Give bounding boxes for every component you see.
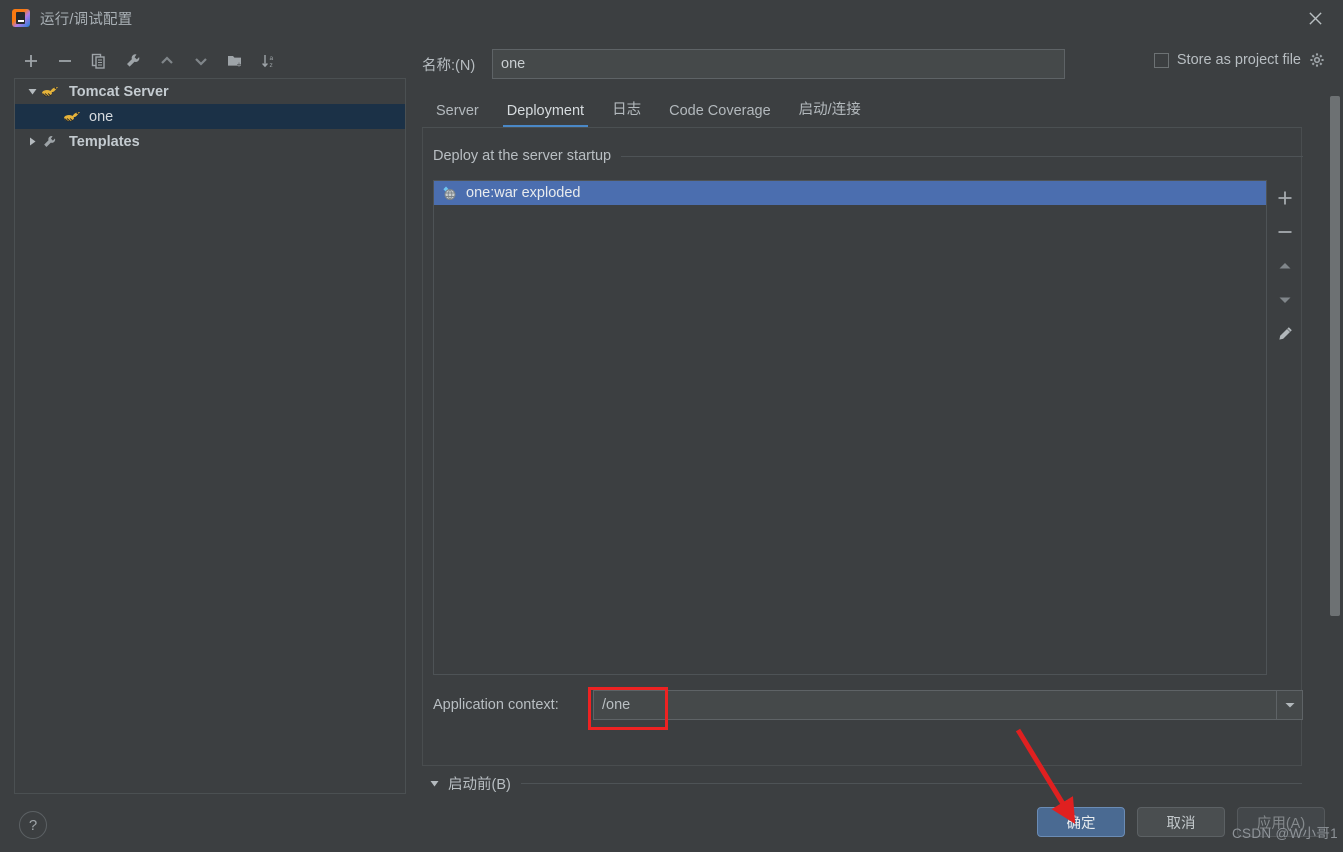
name-label: 名称:(N) bbox=[422, 57, 476, 74]
tree-node-label: one bbox=[89, 108, 114, 125]
collapsed-twisty-icon[interactable] bbox=[23, 135, 41, 149]
artifact-icon bbox=[442, 185, 460, 201]
tree-node-templates[interactable]: Templates bbox=[15, 129, 405, 154]
expanded-twisty-icon[interactable] bbox=[23, 85, 41, 99]
sort-az-icon[interactable]: a z bbox=[252, 47, 285, 75]
list-item[interactable]: one:war exploded bbox=[434, 181, 1266, 205]
wrench-icon bbox=[41, 134, 61, 150]
store-as-project-file-label: Store as project file bbox=[1176, 52, 1301, 68]
tree-node-label: Templates bbox=[69, 133, 140, 150]
new-folder-icon[interactable] bbox=[218, 47, 251, 75]
name-input[interactable] bbox=[492, 49, 1065, 79]
configurations-toolbar: a z bbox=[14, 46, 404, 76]
ok-button[interactable]: 确定 bbox=[1037, 807, 1125, 837]
svg-text:z: z bbox=[269, 62, 272, 69]
help-button[interactable]: ? bbox=[19, 811, 47, 839]
dialog-scrollbar-thumb[interactable] bbox=[1330, 96, 1340, 616]
tree-node-one[interactable]: one bbox=[15, 104, 405, 129]
list-item-label: one:war exploded bbox=[466, 185, 581, 201]
configuration-name-row: 名称:(N) bbox=[422, 48, 1122, 80]
close-icon[interactable] bbox=[1287, 0, 1343, 36]
tab-deployment[interactable]: Deployment bbox=[493, 103, 598, 128]
expanded-twisty-icon[interactable] bbox=[424, 777, 444, 791]
configuration-tabs: Server Deployment 日志 Code Coverage 启动/连接 bbox=[422, 95, 1302, 128]
remove-artifact-button[interactable] bbox=[1270, 220, 1300, 244]
remove-configuration-button[interactable] bbox=[48, 47, 81, 75]
edit-artifact-button[interactable] bbox=[1270, 322, 1300, 346]
intellij-idea-icon bbox=[12, 9, 30, 27]
cancel-button[interactable]: 取消 bbox=[1137, 807, 1225, 837]
before-launch-separator-line bbox=[520, 783, 1302, 784]
tab-code-coverage[interactable]: Code Coverage bbox=[655, 103, 785, 128]
add-configuration-button[interactable] bbox=[14, 47, 47, 75]
tomcat-icon bbox=[41, 84, 61, 100]
chevron-down-icon[interactable] bbox=[184, 47, 217, 75]
before-launch-section: 启动前(B) bbox=[424, 773, 1302, 794]
question-mark-icon: ? bbox=[28, 816, 38, 834]
watermark-text: CSDN @W小哥1 bbox=[1232, 826, 1338, 841]
wrench-icon[interactable] bbox=[116, 47, 149, 75]
tree-node-label: Tomcat Server bbox=[69, 83, 169, 100]
copy-configuration-button[interactable] bbox=[82, 47, 115, 75]
application-context-label: Application context: bbox=[433, 697, 559, 713]
before-launch-label: 启动前(B) bbox=[448, 777, 511, 793]
store-as-project-file-checkbox[interactable] bbox=[1153, 52, 1169, 68]
svg-text:a: a bbox=[269, 55, 273, 62]
move-artifact-up-button[interactable] bbox=[1270, 254, 1300, 278]
configurations-tree[interactable]: Tomcat Server one Templates bbox=[14, 78, 406, 794]
gear-icon[interactable] bbox=[1309, 52, 1325, 68]
window-title: 运行/调试配置 bbox=[40, 11, 133, 28]
tab-startup-connection[interactable]: 启动/连接 bbox=[785, 98, 875, 128]
artifacts-side-toolbar bbox=[1268, 180, 1302, 355]
deploy-at-startup-group-header: Deploy at the server startup bbox=[433, 148, 1303, 164]
store-as-project-file-row: Store as project file bbox=[1153, 52, 1325, 68]
application-context-row: Application context: bbox=[433, 690, 1303, 720]
run-debug-configurations-dialog: 运行/调试配置 a z Tomcat Server one Templates … bbox=[0, 0, 1343, 852]
tab-server[interactable]: Server bbox=[422, 103, 493, 128]
group-separator-line bbox=[621, 155, 1303, 157]
application-context-dropdown-button[interactable] bbox=[1277, 690, 1303, 720]
tab-logs[interactable]: 日志 bbox=[598, 98, 655, 128]
deploy-at-startup-title: Deploy at the server startup bbox=[433, 148, 612, 164]
move-artifact-down-button[interactable] bbox=[1270, 288, 1300, 312]
tomcat-icon bbox=[63, 109, 83, 125]
application-context-input[interactable] bbox=[593, 690, 1277, 720]
add-artifact-button[interactable] bbox=[1270, 186, 1300, 210]
tree-node-tomcat-server[interactable]: Tomcat Server bbox=[15, 79, 405, 104]
chevron-up-icon[interactable] bbox=[150, 47, 183, 75]
title-bar: 运行/调试配置 bbox=[0, 0, 1343, 36]
deployment-artifacts-list[interactable]: one:war exploded bbox=[433, 180, 1267, 675]
